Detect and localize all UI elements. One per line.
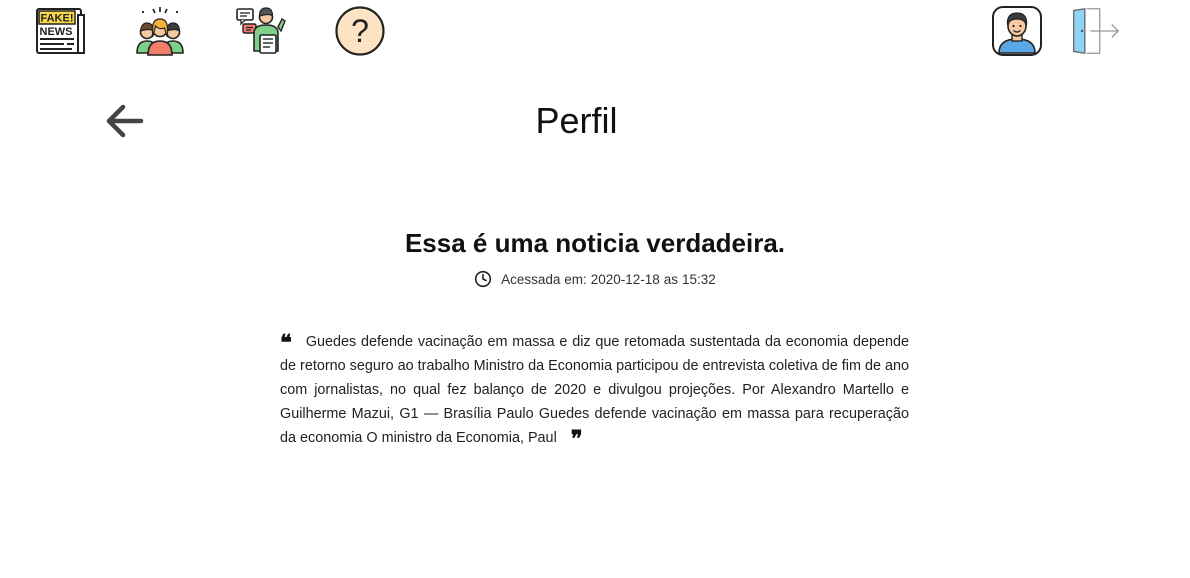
user-avatar-icon[interactable] [991,5,1043,57]
open-quote-icon: ❝ [280,330,292,356]
news-article-excerpt: ❝ Guedes defende vacinação em massa e diz… [280,330,909,450]
community-people-icon[interactable] [134,5,186,57]
logout-door-icon[interactable] [1070,5,1122,57]
news-badge-text: NEWS [40,26,73,38]
accessed-time: 15:32 [682,271,716,287]
close-quote-icon: ❞ [570,426,583,452]
accessed-date: 2020-12-18 [590,271,660,287]
top-navigation-bar: FAKE! NEWS ? [0,0,1190,62]
clock-icon [474,270,492,288]
accessed-label: Acessada em: [501,271,587,287]
fake-badge-text: FAKE! [41,13,74,25]
help-glyph: ? [351,13,369,49]
verification-result-heading: Essa é uma noticia verdadeira. [404,228,786,258]
article-text: Guedes defende vacinação em massa e diz … [280,334,909,446]
page-title: Perfil [535,100,618,141]
reporter-icon[interactable] [234,5,286,57]
question-mark-icon[interactable]: ? [334,5,386,57]
fake-news-newspaper-icon[interactable]: FAKE! NEWS [34,5,86,57]
accessed-separator: as [663,271,679,287]
accessed-at-line: Acessada em: 2020-12-18 as 15:32 [0,270,1190,288]
